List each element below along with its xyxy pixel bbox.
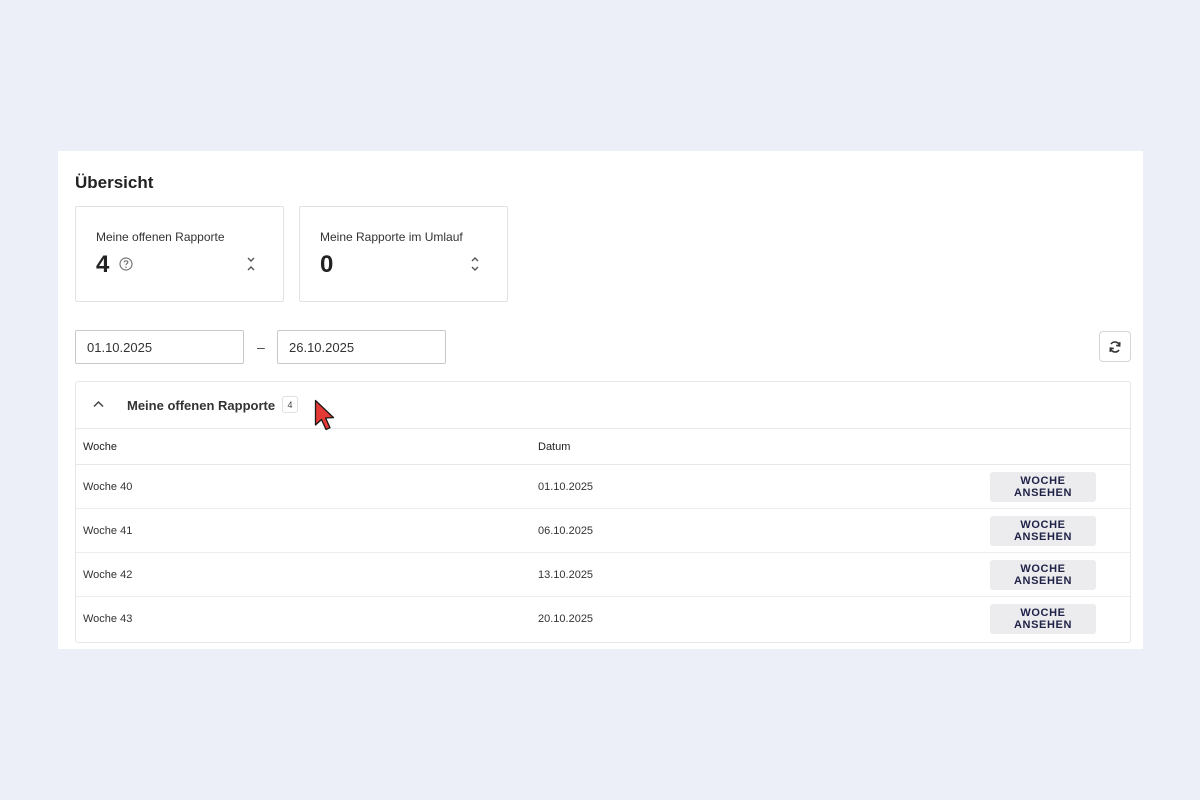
section-header[interactable]: Meine offenen Rapporte 4 [76, 382, 1130, 429]
date-from-input[interactable] [75, 330, 244, 364]
cell-date: 01.10.2025 [538, 481, 594, 493]
chevron-up-icon[interactable] [92, 399, 105, 409]
card-value: 4 [96, 251, 110, 278]
cell-week: Woche 40 [83, 481, 133, 493]
date-range-separator: – [257, 339, 265, 355]
help-circle-icon[interactable] [119, 257, 133, 271]
cell-date: 13.10.2025 [538, 569, 594, 581]
table-row: Woche 41 06.10.2025 WOCHE ANSEHEN [76, 509, 1130, 553]
open-reports-card[interactable]: Meine offenen Rapporte 4 [75, 206, 284, 302]
view-week-button[interactable]: WOCHE ANSEHEN [990, 472, 1096, 502]
sort-collapse-icon[interactable] [245, 255, 257, 273]
table-row: Woche 43 20.10.2025 WOCHE ANSEHEN [76, 597, 1130, 641]
view-week-button[interactable]: WOCHE ANSEHEN [990, 516, 1096, 546]
sort-expand-icon[interactable] [469, 255, 481, 273]
cell-date: 06.10.2025 [538, 525, 594, 537]
cell-date: 20.10.2025 [538, 613, 594, 625]
table-row: Woche 42 13.10.2025 WOCHE ANSEHEN [76, 553, 1130, 597]
count-badge: 4 [282, 396, 298, 413]
column-header-date: Datum [538, 441, 571, 453]
card-label: Meine Rapporte im Umlauf [320, 230, 463, 244]
open-reports-section: Meine offenen Rapporte 4 Woche Datum Woc… [75, 381, 1131, 643]
date-to-input[interactable] [277, 330, 446, 364]
table-row: Woche 40 01.10.2025 WOCHE ANSEHEN [76, 465, 1130, 509]
view-week-button[interactable]: WOCHE ANSEHEN [990, 604, 1096, 634]
column-header-week: Woche [83, 441, 118, 453]
table-header: Woche Datum [76, 429, 1130, 465]
cell-week: Woche 41 [83, 525, 133, 537]
page-title: Übersicht [75, 173, 154, 192]
reports-in-circulation-card[interactable]: Meine Rapporte im Umlauf 0 [299, 206, 508, 302]
refresh-button[interactable] [1099, 331, 1131, 362]
overview-panel: Übersicht Meine offenen Rapporte 4 Meine… [58, 151, 1143, 649]
cell-week: Woche 42 [83, 569, 133, 581]
card-value: 0 [320, 251, 334, 278]
view-week-button[interactable]: WOCHE ANSEHEN [990, 560, 1096, 590]
refresh-icon [1109, 340, 1121, 353]
card-label: Meine offenen Rapporte [96, 230, 225, 244]
mouse-pointer-icon [314, 399, 335, 431]
section-title: Meine offenen Rapporte [127, 398, 276, 413]
cell-week: Woche 43 [83, 613, 133, 625]
